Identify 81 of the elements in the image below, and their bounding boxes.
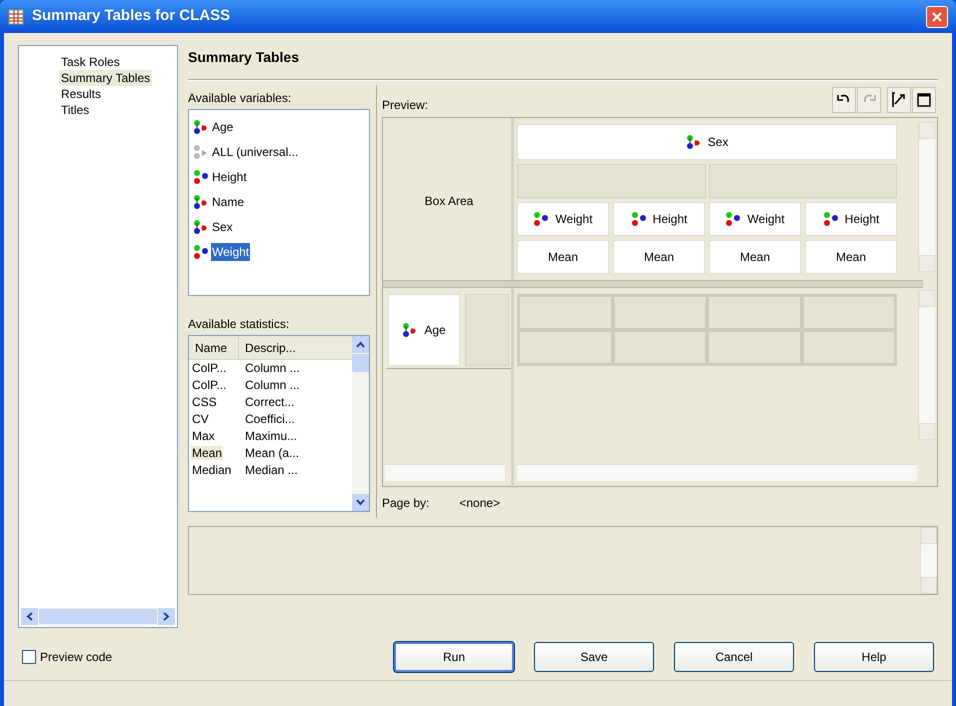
toolbar-button[interactable]: [912, 87, 936, 113]
scroll-thumb[interactable]: [352, 354, 369, 372]
statistic-name[interactable]: Max: [191, 429, 216, 443]
statistic-description: Column ...: [244, 377, 301, 394]
statistics-label: Available statistics:: [188, 316, 290, 332]
statistic-name[interactable]: CSS: [191, 395, 218, 409]
statistics-list[interactable]: Name Descrip... ColP... Column ... ColP... Column ... CSS Correct... CV Coeffici... Max Maximu... Mean Mean (a... Median Median ...: [188, 335, 370, 512]
character-variable-icon: [193, 118, 209, 134]
numeric-variable-icon: [533, 211, 550, 227]
statistic-description: Correct...: [244, 394, 296, 411]
variables-label: Available variables:: [188, 90, 292, 106]
statistic-name[interactable]: Median: [191, 463, 232, 477]
statistic-name[interactable]: Mean: [191, 446, 224, 460]
universal-variable-icon: [193, 144, 209, 160]
analysis-variable-cell[interactable]: Height: [613, 202, 705, 236]
dialog-button[interactable]: Help: [814, 642, 934, 672]
statistic-description: Coeffici...: [244, 411, 296, 428]
variable-item[interactable]: Sex: [193, 214, 234, 239]
page-by-value: <none>: [459, 495, 500, 511]
numeric-variable-icon: [193, 168, 209, 184]
vertical-scrollbar[interactable]: [918, 122, 935, 272]
analysis-variable-cell[interactable]: Weight: [517, 202, 609, 236]
statistic-name[interactable]: ColP...: [191, 361, 228, 375]
nav-item[interactable]: Task Roles: [59, 54, 122, 70]
nav-item[interactable]: Titles: [59, 102, 92, 118]
preview-code-checkbox[interactable]: [22, 650, 36, 664]
toolbar-button[interactable]: [887, 87, 911, 113]
variables-list[interactable]: Age ALL (universal... Height Name Sex Weight: [188, 109, 370, 296]
dialog-button[interactable]: Save: [534, 642, 654, 672]
statistic-name[interactable]: CV: [191, 412, 210, 426]
splitter-bar[interactable]: [383, 280, 923, 288]
statistic-description: Column ...: [244, 360, 301, 377]
table-app-icon: [8, 8, 24, 24]
numeric-variable-icon: [822, 211, 839, 227]
vertical-scrollbar[interactable]: [352, 336, 369, 511]
statistic-cell[interactable]: Mean: [805, 240, 897, 274]
nav-item[interactable]: Results: [59, 86, 104, 102]
row-variable-cell[interactable]: Age: [388, 294, 460, 366]
column-header[interactable]: Descrip...: [239, 336, 352, 359]
analysis-variable-cell[interactable]: Height: [805, 202, 897, 236]
statistic-name[interactable]: ColP...: [191, 378, 228, 392]
statistic-description: Maximu...: [244, 428, 298, 445]
horizontal-scrollbar[interactable]: [21, 608, 175, 625]
character-variable-icon: [402, 322, 418, 338]
variable-item[interactable]: Weight: [193, 239, 250, 264]
column-header[interactable]: Name: [189, 336, 239, 359]
analysis-variable-cell[interactable]: Weight: [709, 202, 801, 236]
window-title: Summary Tables for CLASS: [32, 6, 230, 26]
box-area-label: Box Area: [424, 193, 474, 210]
vertical-scrollbar[interactable]: [920, 527, 937, 594]
toolbar-button[interactable]: [832, 87, 856, 113]
horizontal-scrollbar[interactable]: [517, 464, 917, 481]
variable-item[interactable]: ALL (universal...: [193, 139, 300, 164]
section-heading: Summary Tables: [188, 48, 300, 67]
horizontal-scrollbar[interactable]: [385, 464, 505, 481]
statistic-cell[interactable]: Mean: [517, 240, 609, 274]
close-icon: [931, 10, 943, 22]
close-button[interactable]: [926, 6, 948, 28]
dialog-button[interactable]: Run: [394, 642, 514, 672]
dialog-button[interactable]: Cancel: [674, 642, 794, 672]
character-variable-icon: [193, 194, 209, 210]
preview-label: Preview:: [382, 97, 428, 113]
column-variable-cell[interactable]: Sex: [517, 124, 897, 160]
nav-item[interactable]: Summary Tables: [59, 70, 152, 86]
preview-code-label[interactable]: Preview code: [40, 648, 112, 666]
page-by-label: Page by:: [382, 495, 430, 511]
statistic-cell[interactable]: Mean: [709, 240, 801, 274]
statistic-description: Median ...: [244, 462, 299, 479]
character-variable-icon: [193, 218, 209, 234]
statistic-description: Mean (a...: [244, 445, 300, 462]
numeric-variable-icon: [193, 244, 209, 260]
variable-item[interactable]: Age: [193, 114, 234, 139]
variable-item[interactable]: Height: [193, 164, 248, 189]
variable-item[interactable]: Name: [193, 189, 246, 214]
statistic-cell[interactable]: Mean: [613, 240, 705, 274]
swap-arrows-icon: [891, 92, 907, 108]
character-variable-icon: [686, 134, 702, 150]
numeric-variable-icon: [630, 211, 647, 227]
maximize-icon: [917, 93, 931, 107]
numeric-variable-icon: [725, 211, 742, 227]
vertical-scrollbar[interactable]: [918, 290, 935, 440]
